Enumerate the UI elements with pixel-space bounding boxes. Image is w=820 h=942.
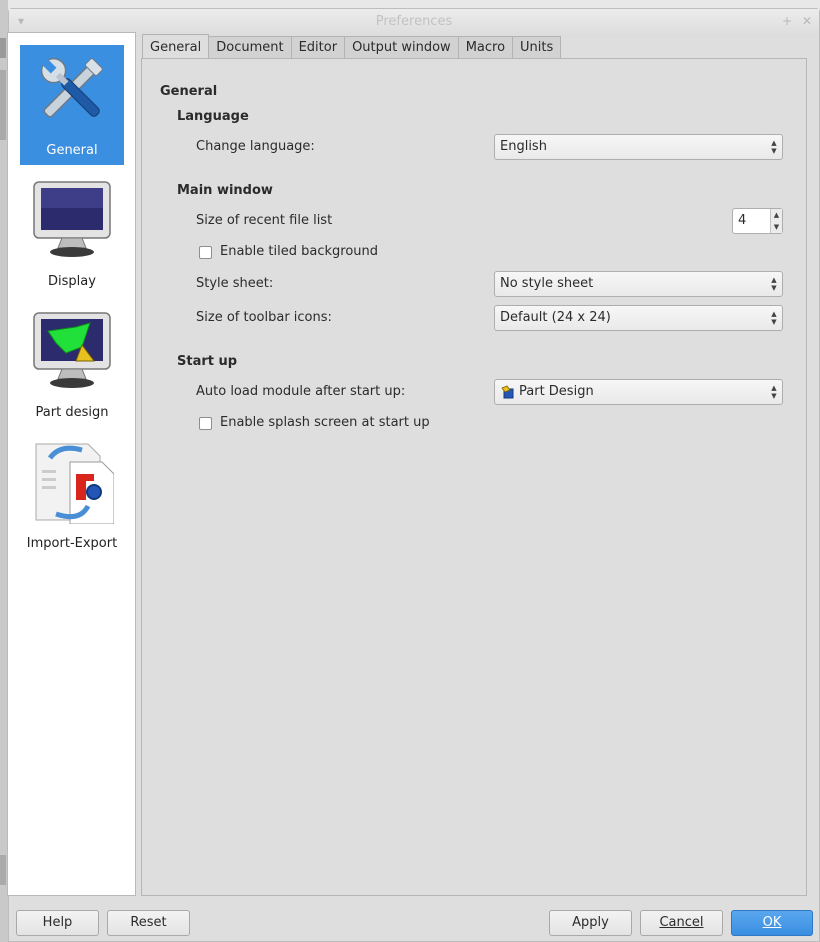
autoload-module-label: Auto load module after start up:	[196, 384, 406, 399]
language-heading: Language	[177, 109, 249, 124]
sidebar-item-display[interactable]: Display	[20, 176, 124, 296]
updown-arrows-icon: ▲ ▼	[771, 384, 777, 400]
tab-bar: General Document Editor Output window Ma…	[142, 34, 562, 60]
splash-screen-checkbox[interactable]	[199, 417, 212, 430]
tab-document[interactable]: Document	[209, 36, 292, 60]
startup-heading: Start up	[177, 354, 238, 369]
window-title: Preferences	[375, 14, 453, 29]
language-select-value: English	[500, 139, 547, 154]
monitor-icon	[33, 181, 111, 257]
toolbar-icons-label: Size of toolbar icons:	[196, 310, 332, 325]
part-design-icon	[501, 385, 514, 399]
help-button[interactable]: Help	[16, 910, 99, 936]
ok-button[interactable]: OK	[731, 910, 813, 936]
tiled-background-label[interactable]: Enable tiled background	[220, 244, 378, 259]
apply-button[interactable]: Apply	[549, 910, 632, 936]
pin-icon[interactable]: +	[779, 13, 795, 29]
tab-editor[interactable]: Editor	[291, 36, 346, 60]
updown-arrows-icon: ▲ ▼	[771, 276, 777, 292]
language-select[interactable]: English ▲ ▼	[494, 134, 783, 160]
change-language-label: Change language:	[196, 139, 315, 154]
preferences-sidebar: General Display Part design Import-Expor…	[7, 32, 136, 896]
import-export-icon	[35, 443, 114, 524]
tab-output-window[interactable]: Output window	[345, 36, 459, 60]
updown-arrows-icon: ▲ ▼	[771, 139, 777, 155]
recent-file-list-value: 4	[738, 213, 747, 228]
updown-arrows-icon: ▲ ▼	[771, 310, 777, 326]
sidebar-item-label: General	[46, 143, 98, 158]
panel-heading: General	[160, 84, 218, 99]
reset-button[interactable]: Reset	[107, 910, 190, 936]
toolbar-icons-select[interactable]: Default (24 x 24) ▲ ▼	[494, 305, 783, 331]
autoload-module-value: Part Design	[519, 384, 594, 399]
tab-units[interactable]: Units	[513, 36, 562, 60]
close-icon[interactable]: ✕	[799, 13, 815, 29]
part-design-monitor-icon	[33, 312, 111, 388]
tab-general[interactable]: General	[142, 34, 210, 60]
spin-arrows-icon[interactable]: ▲ ▼	[770, 209, 782, 233]
splash-screen-label[interactable]: Enable splash screen at start up	[220, 415, 430, 430]
tab-macro[interactable]: Macro	[458, 36, 514, 60]
toolbar-icons-value: Default (24 x 24)	[500, 310, 611, 325]
recent-file-list-label: Size of recent file list	[196, 213, 333, 228]
sidebar-item-label: Import-Export	[26, 536, 118, 551]
style-sheet-label: Style sheet:	[196, 276, 274, 291]
sidebar-item-general[interactable]: General	[20, 45, 124, 165]
cancel-button[interactable]: Cancel	[640, 910, 723, 936]
main-window-heading: Main window	[177, 183, 273, 198]
sidebar-item-import-export[interactable]: Import-Export	[20, 438, 124, 558]
sidebar-item-part-design[interactable]: Part design	[20, 307, 124, 427]
sidebar-item-label: Part design	[35, 405, 109, 420]
tiled-background-checkbox[interactable]	[199, 246, 212, 259]
autoload-module-select[interactable]: Part Design ▲ ▼	[494, 379, 783, 405]
style-sheet-select[interactable]: No style sheet ▲ ▼	[494, 271, 783, 297]
tools-icon	[40, 57, 103, 118]
sidebar-item-label: Display	[48, 274, 96, 289]
style-sheet-value: No style sheet	[500, 276, 594, 291]
recent-file-list-spinbox[interactable]: 4 ▲ ▼	[732, 208, 783, 234]
